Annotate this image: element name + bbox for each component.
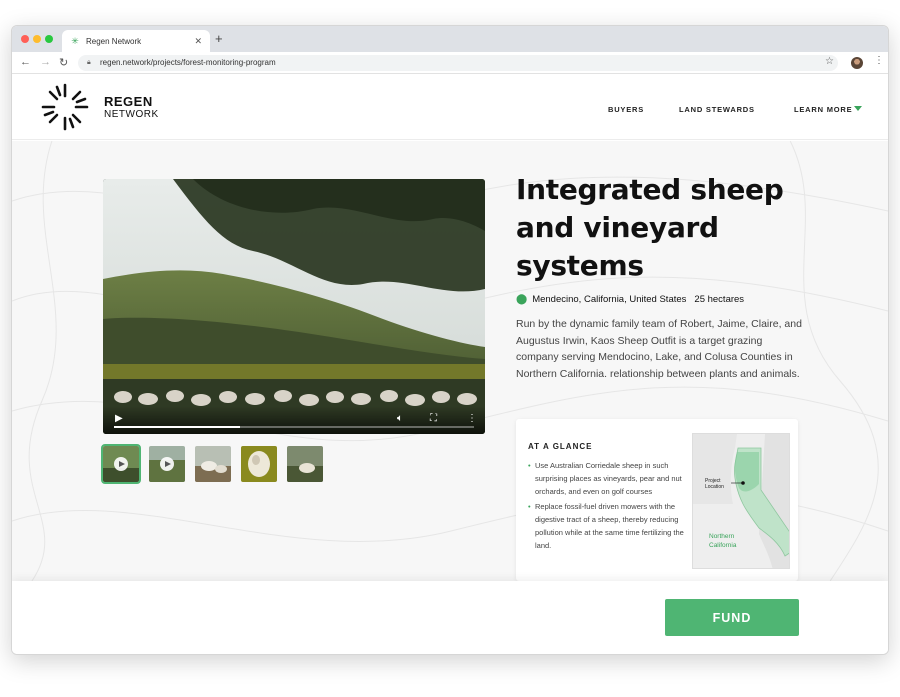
thumbnail-image: [195, 446, 231, 482]
tab-title: Regen Network: [86, 36, 142, 46]
fund-footer: FUND: [12, 581, 888, 654]
map-project-label: Project Location: [705, 478, 724, 490]
logo-wordmark[interactable]: REGEN NETWORK: [104, 95, 159, 121]
glance-list: • Use Australian Corriedale sheep in such…: [528, 460, 688, 556]
video-progress-fill: [114, 426, 240, 428]
reload-icon[interactable]: ↻: [59, 56, 68, 69]
thumbnail-image-4[interactable]: [241, 446, 277, 482]
tab-close-icon[interactable]: ✕: [194, 36, 202, 47]
project-location-row: ⬤ Mendecino, California, United States 2…: [516, 294, 744, 305]
nav-land-stewards[interactable]: LAND STEWARDS: [679, 105, 755, 114]
star-icon[interactable]: ☆: [825, 56, 834, 67]
minimize-window-button[interactable]: [33, 35, 41, 43]
browser-window: ✳ Regen Network ✕ + ← → ↻ 🔒︎ regen.netwo…: [11, 25, 889, 655]
thumbnail-video-1[interactable]: [101, 444, 141, 484]
bullet-dot-icon: •: [528, 502, 531, 512]
glance-bullet-text: Use Australian Corriedale sheep in such …: [535, 461, 682, 496]
california-map: Project Location Northern California: [692, 433, 790, 569]
project-content: ▶ 🔈︎ ⛶ ⋮ Integrated sheep and vineyard s…: [12, 141, 888, 581]
profile-avatar[interactable]: [851, 57, 863, 69]
lock-icon: 🔒︎: [87, 59, 91, 66]
location-pin-icon: ⬤: [516, 294, 528, 305]
more-icon[interactable]: ⋮: [467, 413, 477, 424]
play-circle-icon: [160, 457, 174, 471]
project-location: Mendecino, California, United States: [532, 294, 687, 305]
map-region-label: Northern California: [709, 533, 737, 549]
fund-button[interactable]: FUND: [665, 599, 799, 636]
thumbnail-image-5[interactable]: [287, 446, 323, 482]
project-description: Run by the dynamic family team of Robert…: [516, 318, 802, 380]
play-circle-icon: [114, 457, 128, 471]
project-area: 25 hectares: [694, 294, 745, 305]
video-frame-image: [103, 179, 485, 434]
browser-tab[interactable]: ✳ Regen Network ✕: [62, 30, 210, 52]
fullscreen-icon[interactable]: ⛶: [430, 413, 437, 424]
thumbnail-video-2[interactable]: [149, 446, 185, 482]
at-a-glance-card: AT A GLANCE • Use Australian Corriedale s…: [516, 419, 798, 581]
nav-learn-more-label: LEARN MORE: [794, 105, 853, 114]
menu-kebab-icon[interactable]: ⋮: [874, 55, 884, 66]
url-text: regen.network/projects/forest-monitoring…: [100, 58, 276, 67]
new-tab-button[interactable]: +: [215, 31, 223, 46]
nav-learn-more[interactable]: LEARN MORE: [794, 105, 863, 114]
glance-bullet: • Use Australian Corriedale sheep in such…: [528, 460, 688, 498]
thumbnail-image-3[interactable]: [195, 446, 231, 482]
tab-bar: ✳ Regen Network ✕ +: [12, 26, 888, 52]
regen-favicon-icon: ✳: [71, 36, 79, 46]
caret-down-icon: [854, 106, 863, 111]
video-player[interactable]: ▶ 🔈︎ ⛶ ⋮: [103, 179, 485, 434]
close-window-button[interactable]: [21, 35, 29, 43]
glance-bullet-text: Replace fossil-fuel driven mowers with t…: [535, 502, 684, 550]
play-icon[interactable]: ▶: [115, 413, 123, 424]
nav-buyers[interactable]: BUYERS: [608, 105, 644, 114]
url-input[interactable]: 🔒︎ regen.network/projects/forest-monitor…: [78, 55, 838, 71]
back-icon[interactable]: ←: [20, 56, 31, 68]
address-bar: ← → ↻ 🔒︎ regen.network/projects/forest-m…: [12, 52, 888, 74]
maximize-window-button[interactable]: [45, 35, 53, 43]
video-progress-bar[interactable]: [114, 426, 474, 428]
regen-logo-icon[interactable]: [40, 82, 90, 132]
forward-icon[interactable]: →: [40, 56, 51, 68]
project-title: Integrated sheep and vineyard systems: [516, 173, 784, 282]
site-header: REGEN NETWORK BUYERS LAND STEWARDS LEARN…: [12, 74, 888, 140]
glance-bullet: • Replace fossil-fuel driven mowers with …: [528, 501, 688, 552]
thumbnail-image: [241, 446, 277, 482]
logo-line2: NETWORK: [104, 109, 159, 120]
glance-heading: AT A GLANCE: [528, 442, 593, 451]
thumbnail-image: [287, 446, 323, 482]
logo-line1: REGEN: [104, 94, 153, 109]
volume-icon[interactable]: 🔈︎: [397, 413, 403, 424]
video-controls-bar: [103, 406, 485, 434]
bullet-dot-icon: •: [528, 461, 531, 470]
